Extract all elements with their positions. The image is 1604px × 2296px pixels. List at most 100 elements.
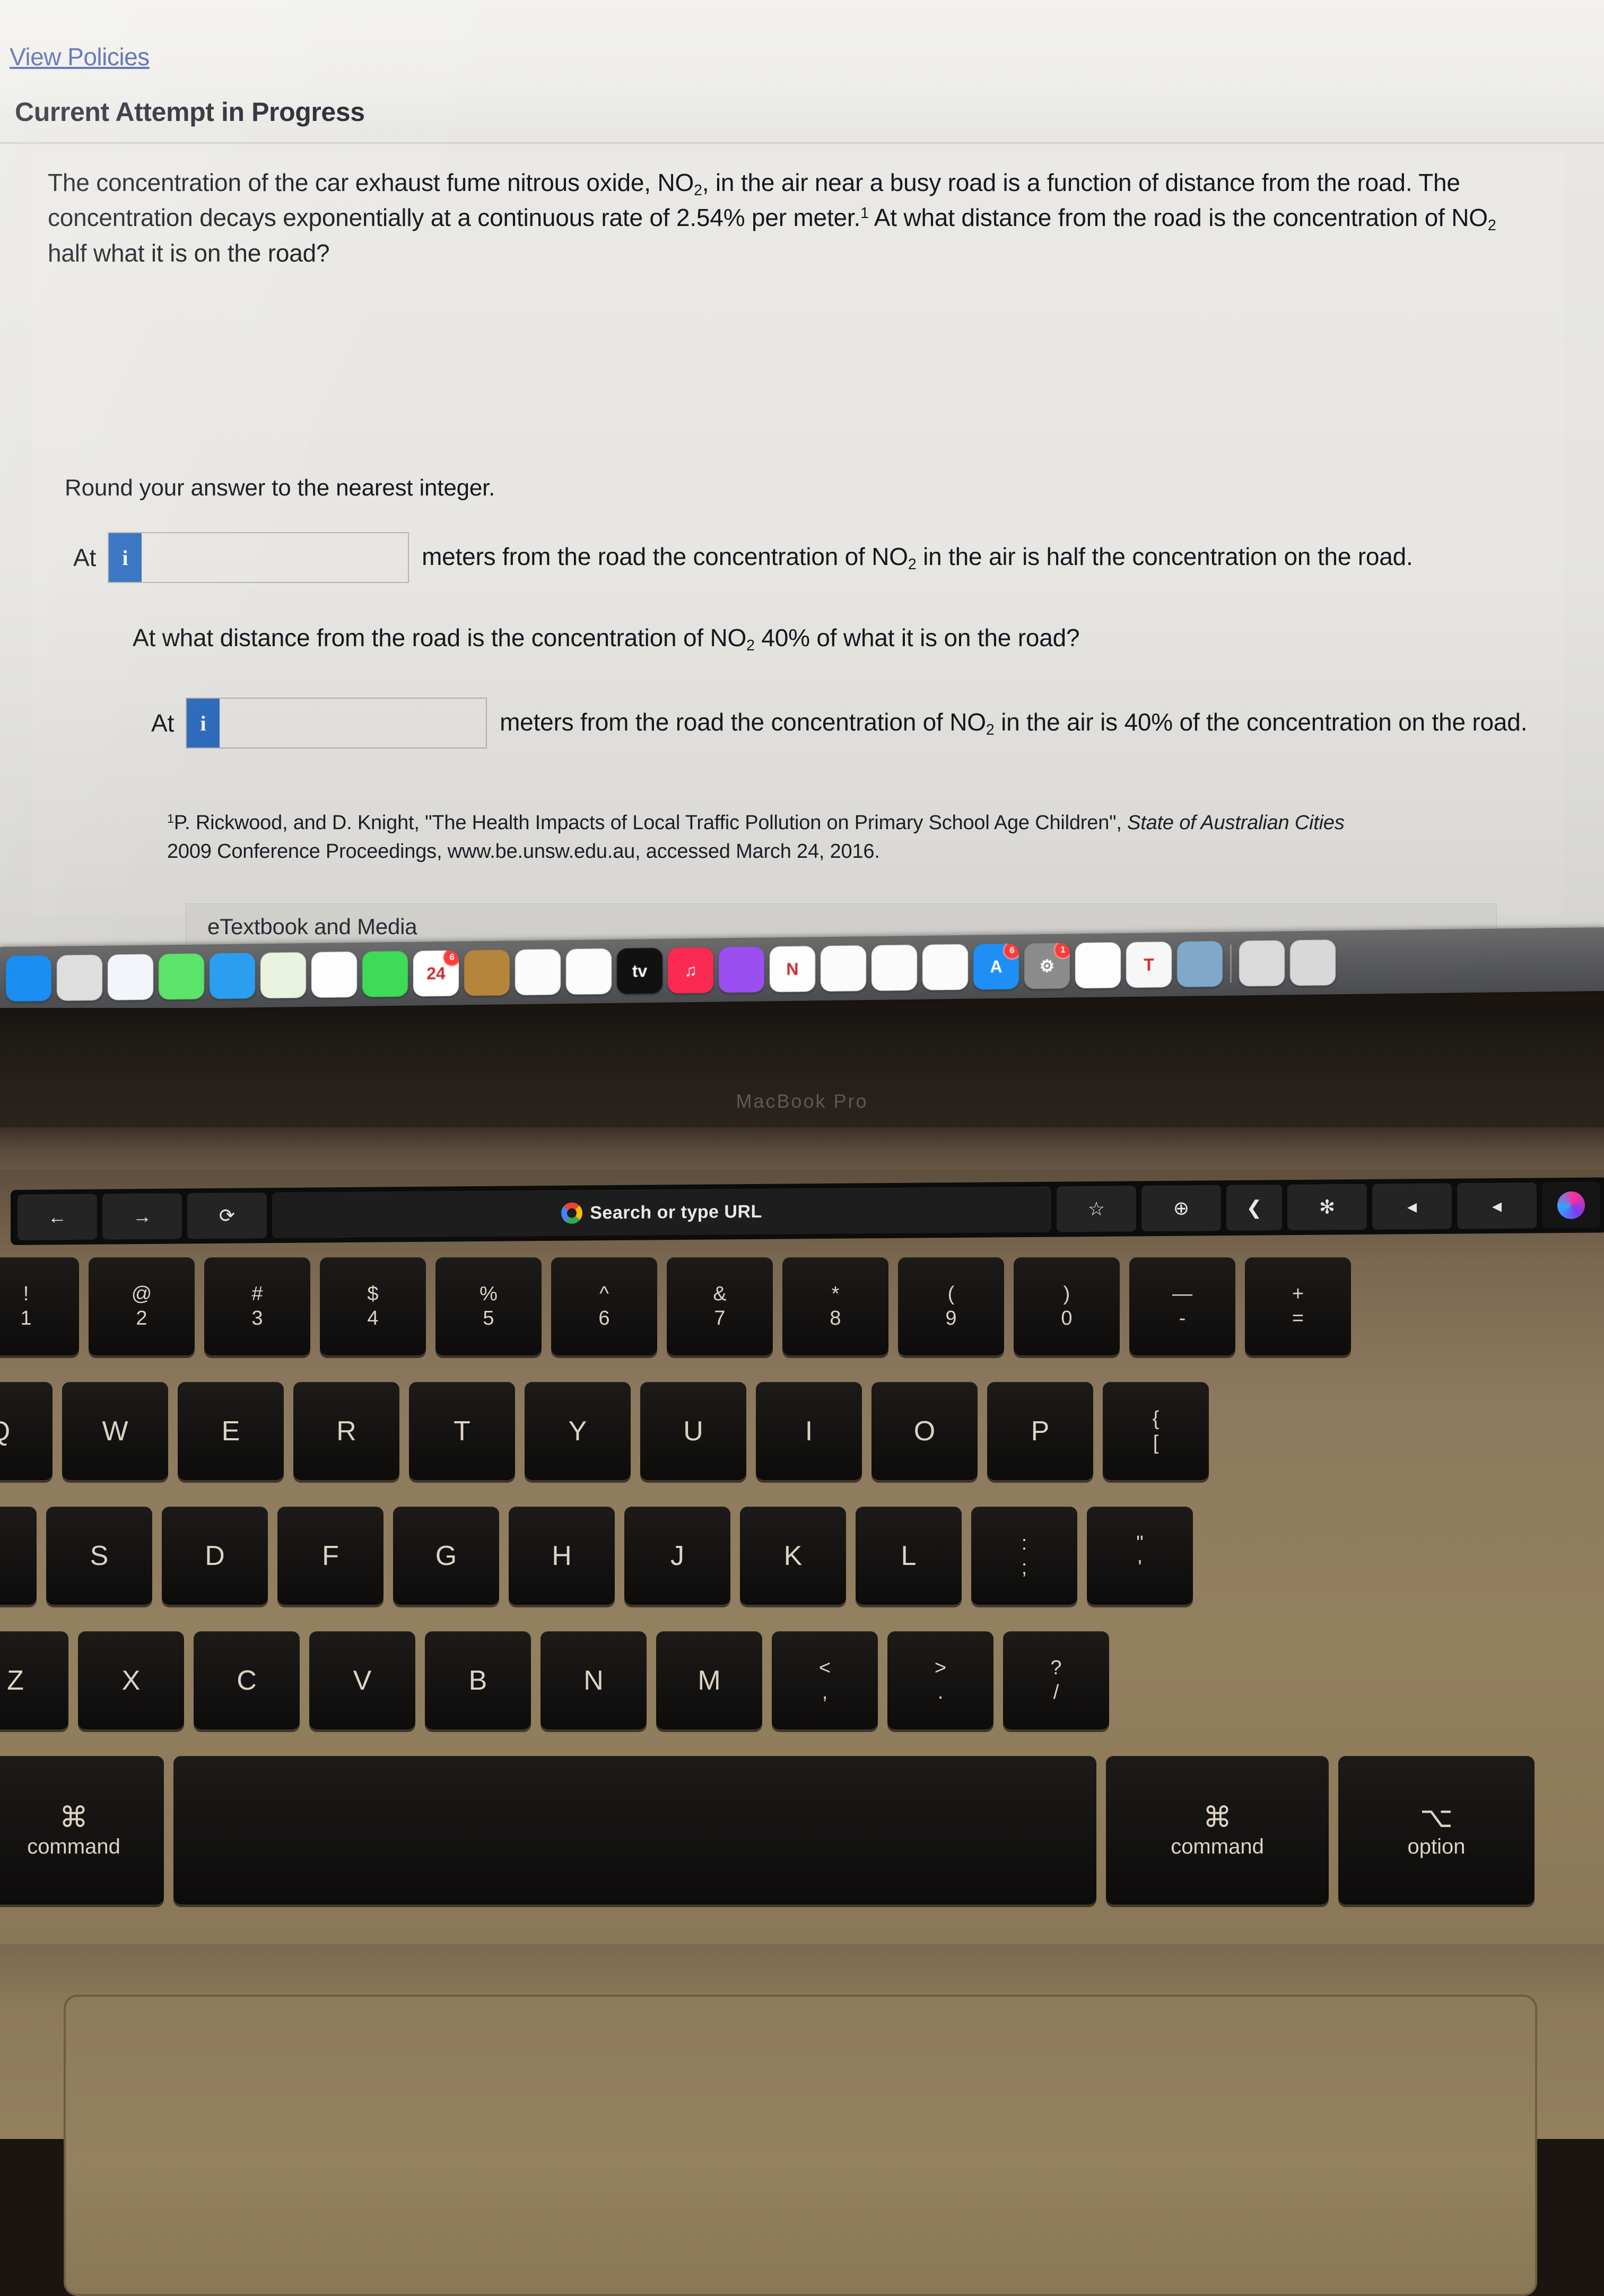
key-comma[interactable]: <, bbox=[772, 1631, 878, 1729]
footnote-marker-link[interactable]: 1 bbox=[860, 205, 869, 222]
key-=[interactable]: + = bbox=[1245, 1257, 1351, 1355]
key-i[interactable]: I bbox=[756, 1382, 862, 1480]
key-option-right[interactable]: ⌥ option bbox=[1338, 1756, 1535, 1904]
pages-icon[interactable] bbox=[922, 944, 968, 990]
key-command-right[interactable]: ⌘ command bbox=[1106, 1756, 1329, 1904]
answer1-input[interactable] bbox=[142, 533, 408, 582]
app-store-icon[interactable]: A6 bbox=[973, 943, 1019, 990]
appletv-icon[interactable]: tv bbox=[617, 947, 662, 994]
touchbar-bookmark-icon[interactable]: ☆ bbox=[1057, 1186, 1136, 1232]
podcasts-icon[interactable] bbox=[719, 946, 764, 993]
finder-icon[interactable] bbox=[6, 955, 51, 1002]
key-7[interactable]: & 7 bbox=[667, 1257, 773, 1355]
photos-icon[interactable] bbox=[311, 951, 357, 998]
touchbar-reload-icon[interactable]: ⟳ bbox=[187, 1193, 267, 1239]
key--[interactable]: — - bbox=[1129, 1257, 1235, 1355]
key-u[interactable]: U bbox=[640, 1382, 746, 1480]
info-icon-2[interactable]: i bbox=[187, 699, 220, 747]
maps-icon[interactable] bbox=[260, 952, 306, 999]
keyboard-row-asdf[interactable]: ASDFGHJKL:;"' bbox=[0, 1507, 1198, 1605]
keyboard-row-zxcv[interactable]: Z X C V B N M <, >.? / bbox=[0, 1631, 1114, 1729]
news-icon[interactable]: N bbox=[770, 946, 815, 993]
key-bracket-left[interactable]: {[ bbox=[1103, 1382, 1209, 1480]
chrome-icon[interactable] bbox=[1075, 942, 1121, 989]
touchbar-newtab-icon[interactable]: ⊕ bbox=[1141, 1185, 1221, 1232]
microsoft-teams-icon[interactable]: T bbox=[1126, 942, 1172, 988]
footnote-citation: 1P. Rickwood, and D. Knight, "The Health… bbox=[167, 809, 1493, 866]
key-5-lower: 5 bbox=[483, 1307, 494, 1329]
key-l[interactable]: L bbox=[856, 1507, 962, 1605]
keyboard-row-numbers[interactable]: ! 1 @2 #3 $4% 5 ^ 6 & 7 * 8(9) 0— - + = bbox=[0, 1257, 1356, 1355]
key-n[interactable]: N bbox=[541, 1631, 647, 1729]
key-1[interactable]: ! 1 bbox=[0, 1257, 79, 1355]
key-q[interactable]: Q bbox=[0, 1382, 53, 1480]
touchbar-mute-icon[interactable]: ◂ bbox=[1457, 1182, 1537, 1229]
key-v[interactable]: V bbox=[309, 1631, 415, 1729]
notes-icon[interactable] bbox=[566, 948, 612, 995]
touchbar-back-icon[interactable]: ← bbox=[18, 1194, 97, 1240]
key-o[interactable]: O bbox=[871, 1382, 978, 1480]
key-5[interactable]: % 5 bbox=[435, 1257, 542, 1355]
key-semicolon[interactable]: :; bbox=[971, 1507, 1077, 1605]
keyboard-row-qwerty[interactable]: Q W E R T Y U I O P {[ bbox=[0, 1382, 1214, 1480]
key-g[interactable]: G bbox=[393, 1507, 499, 1605]
key-=-lower: = bbox=[1292, 1307, 1304, 1329]
key-y[interactable]: Y bbox=[525, 1382, 631, 1480]
key-slash[interactable]: ? / bbox=[1003, 1631, 1109, 1729]
reminders-icon[interactable] bbox=[515, 949, 561, 996]
key-h[interactable]: H bbox=[509, 1507, 615, 1605]
system-preferences-icon[interactable]: ⚙ 1 bbox=[1024, 943, 1070, 989]
music-icon[interactable]: ♫ bbox=[668, 947, 713, 994]
downloads-stack-icon[interactable] bbox=[1239, 940, 1285, 987]
key-c[interactable]: C bbox=[194, 1631, 300, 1729]
touchbar-volume-icon[interactable]: ◂ bbox=[1372, 1183, 1452, 1230]
facetime-icon[interactable] bbox=[362, 951, 408, 997]
touchbar-prev-icon[interactable]: ❮ bbox=[1226, 1185, 1282, 1231]
key-8[interactable]: * 8 bbox=[782, 1257, 888, 1355]
key-f[interactable]: F bbox=[277, 1507, 383, 1605]
safari-icon[interactable] bbox=[108, 954, 153, 1001]
key-6[interactable]: ^ 6 bbox=[551, 1257, 657, 1355]
key-w[interactable]: W bbox=[62, 1382, 168, 1480]
key-r[interactable]: R bbox=[293, 1382, 399, 1480]
key-command-left[interactable]: ⌘ command bbox=[0, 1756, 164, 1904]
key-3[interactable]: #3 bbox=[204, 1257, 310, 1355]
key-4[interactable]: $4 bbox=[320, 1257, 426, 1355]
touchbar-forward-icon[interactable]: → bbox=[102, 1193, 182, 1240]
contacts-icon[interactable] bbox=[464, 950, 510, 996]
view-policies-link[interactable]: View Policies bbox=[10, 42, 150, 71]
key-9[interactable]: (9 bbox=[898, 1257, 1004, 1355]
key-2[interactable]: @2 bbox=[89, 1257, 195, 1355]
key-period[interactable]: >. bbox=[887, 1631, 993, 1729]
numbers-icon[interactable] bbox=[871, 944, 917, 991]
key-e[interactable]: E bbox=[178, 1382, 284, 1480]
touchbar-brightness-icon[interactable]: ✻ bbox=[1287, 1184, 1367, 1231]
mail-icon[interactable] bbox=[210, 953, 255, 999]
key-k[interactable]: K bbox=[740, 1507, 846, 1605]
preview-icon[interactable] bbox=[1177, 941, 1223, 987]
keyboard-row-space[interactable]: ⌘ command ⌘ command ⌥ option bbox=[0, 1756, 1539, 1904]
key-b[interactable]: B bbox=[425, 1631, 531, 1729]
trash-icon[interactable] bbox=[1290, 940, 1336, 986]
key-x[interactable]: X bbox=[78, 1631, 184, 1729]
keynote-icon[interactable] bbox=[821, 945, 866, 992]
info-icon-1[interactable]: i bbox=[109, 533, 142, 582]
key-a[interactable]: A bbox=[0, 1507, 37, 1605]
key-s[interactable]: S bbox=[46, 1507, 152, 1605]
key-t[interactable]: T bbox=[409, 1382, 515, 1480]
key-j[interactable]: J bbox=[624, 1507, 730, 1605]
key-z[interactable]: Z bbox=[0, 1631, 68, 1729]
touchbar-url-field[interactable]: Search or type URL bbox=[272, 1186, 1051, 1239]
siri-icon[interactable] bbox=[1542, 1182, 1600, 1229]
trackpad[interactable] bbox=[64, 1995, 1537, 2296]
answer2-input[interactable] bbox=[220, 699, 486, 747]
messages-icon[interactable] bbox=[159, 953, 204, 1000]
key-space[interactable] bbox=[173, 1756, 1096, 1904]
calendar-icon[interactable]: 24 6 bbox=[413, 950, 459, 997]
key-m[interactable]: M bbox=[656, 1631, 762, 1729]
launchpad-icon[interactable] bbox=[57, 954, 102, 1001]
key-0[interactable]: ) 0 bbox=[1014, 1257, 1120, 1355]
key-quote[interactable]: " ' bbox=[1087, 1507, 1193, 1605]
key-p[interactable]: P bbox=[987, 1382, 1093, 1480]
key-d[interactable]: D bbox=[162, 1507, 268, 1605]
